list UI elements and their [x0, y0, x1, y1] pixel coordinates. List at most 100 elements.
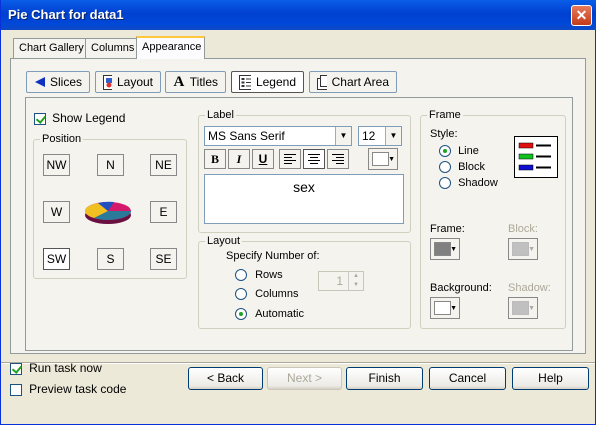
background-color-label: Background: — [430, 282, 492, 294]
background-color-swatch — [434, 301, 451, 315]
cancel-button[interactable]: Cancel — [429, 367, 506, 390]
window-title: Pie Chart for data1 — [8, 7, 124, 22]
tab-columns[interactable]: Columns — [85, 38, 141, 58]
position-ne-button[interactable]: NE — [150, 154, 177, 176]
automatic-radio-button[interactable] — [235, 308, 247, 321]
frame-style-preview — [514, 136, 558, 178]
show-legend-label: Show Legend — [52, 111, 126, 125]
subtab-chart-area[interactable]: Chart Area — [309, 71, 397, 93]
chevron-down-icon: ▼ — [528, 305, 535, 312]
rows-radio-label: Rows — [255, 269, 283, 281]
position-e-button[interactable]: E — [150, 201, 177, 223]
legend-label-textarea[interactable]: sex — [204, 174, 404, 224]
style-block-radio-button[interactable] — [439, 161, 451, 174]
align-right-button[interactable] — [327, 149, 349, 169]
block-color-swatch — [512, 242, 529, 256]
columns-radio[interactable]: Columns — [235, 288, 299, 301]
position-group-label: Position — [40, 133, 84, 145]
position-w-button[interactable]: W — [43, 201, 70, 223]
finish-button[interactable]: Finish — [346, 367, 423, 390]
chevron-down-icon[interactable]: ▼ — [335, 127, 351, 145]
specify-number-label: Specify Number of: — [226, 250, 320, 262]
tab-chart-gallery[interactable]: Chart Gallery — [13, 38, 90, 58]
shadow-color-label: Shadow: — [508, 282, 551, 294]
position-n-button[interactable]: N — [97, 154, 124, 176]
columns-radio-button[interactable] — [235, 288, 247, 301]
show-legend-checkbox[interactable]: Show Legend — [34, 111, 126, 126]
subtab-titles-label: Titles — [189, 75, 218, 89]
align-left-button[interactable] — [279, 149, 301, 169]
label-color-swatch — [372, 152, 389, 166]
font-size-select[interactable]: 12 ▼ — [358, 126, 402, 146]
frame-group: Frame Style: Line Block Shadow Frame: Bl… — [420, 109, 566, 329]
shadow-color-swatch — [512, 301, 529, 315]
preview-task-code-checkbox[interactable]: Preview task code — [10, 382, 127, 397]
pie-chart-dialog: Pie Chart for data1 ✕ Chart Gallery Colu… — [0, 0, 596, 425]
layout-group: Layout Specify Number of: Rows Columns A… — [198, 235, 411, 329]
font-size-value: 12 — [362, 129, 376, 143]
style-line-label: Line — [458, 145, 479, 157]
italic-button[interactable]: I — [228, 149, 250, 169]
spinner-arrows-icon[interactable]: ▲ ▼ — [348, 272, 363, 290]
font-select[interactable]: MS Sans Serif ▼ — [204, 126, 352, 146]
position-sw-button[interactable]: SW — [43, 248, 70, 270]
frame-color-swatch — [434, 242, 451, 256]
chevron-down-icon: ▼ — [450, 305, 457, 312]
preview-task-code-check[interactable] — [10, 384, 22, 397]
align-center-button[interactable] — [303, 149, 325, 169]
background-color-button[interactable]: ▼ — [430, 297, 460, 319]
frame-group-label: Frame — [427, 109, 463, 121]
rows-radio-button[interactable] — [235, 269, 247, 282]
legend-icon — [239, 74, 251, 90]
next-button[interactable]: Next > — [267, 367, 342, 390]
style-shadow-radio-button[interactable] — [439, 177, 451, 190]
automatic-radio[interactable]: Automatic — [235, 308, 304, 321]
pie-preview-icon — [85, 201, 131, 224]
frame-color-button[interactable]: ▼ — [430, 238, 460, 260]
subtab-legend-label: Legend — [255, 75, 296, 89]
frame-color-label: Frame: — [430, 223, 465, 235]
subtab-legend[interactable]: Legend — [231, 71, 304, 93]
underline-button[interactable]: U — [252, 149, 274, 169]
columns-radio-label: Columns — [255, 288, 299, 300]
label-color-button[interactable]: ▼ — [368, 148, 398, 170]
position-se-button[interactable]: SE — [150, 248, 177, 270]
block-color-button[interactable]: ▼ — [508, 238, 538, 260]
position-nw-button[interactable]: NW — [43, 154, 70, 176]
chart-area-icon — [317, 74, 327, 90]
align-left-icon — [284, 154, 296, 164]
style-block-radio[interactable]: Block — [439, 161, 485, 174]
preview-task-code-label: Preview task code — [29, 382, 127, 396]
help-button[interactable]: Help — [512, 367, 589, 390]
close-button[interactable]: ✕ — [571, 5, 592, 26]
style-label: Style: — [430, 128, 458, 140]
align-right-icon — [332, 154, 344, 164]
style-shadow-label: Shadow — [458, 177, 498, 189]
chevron-down-icon: ▼ — [450, 246, 457, 253]
show-legend-check[interactable] — [34, 113, 46, 126]
block-color-label: Block: — [508, 223, 538, 235]
position-s-button[interactable]: S — [97, 248, 124, 270]
align-center-icon — [308, 154, 320, 164]
style-shadow-radio[interactable]: Shadow — [439, 177, 498, 190]
automatic-radio-label: Automatic — [255, 308, 304, 320]
style-line-radio[interactable]: Line — [439, 145, 479, 158]
label-group-label: Label — [205, 109, 236, 121]
style-line-radio-button[interactable] — [439, 145, 451, 158]
rows-radio[interactable]: Rows — [235, 269, 283, 282]
font-select-value: MS Sans Serif — [208, 129, 285, 143]
chevron-down-icon[interactable]: ▼ — [385, 127, 401, 145]
appearance-panel: Slices Layout A Titles Legend Chart Area… — [10, 58, 586, 354]
chevron-down-icon: ▼ — [528, 246, 535, 253]
back-button[interactable]: < Back — [188, 367, 263, 390]
subtab-layout[interactable]: Layout — [95, 71, 161, 93]
count-spinner[interactable]: 1 ▲ ▼ — [318, 271, 364, 291]
subtab-titles[interactable]: A Titles — [165, 71, 226, 93]
run-task-now-check[interactable] — [10, 363, 22, 376]
subtab-slices[interactable]: Slices — [26, 71, 90, 93]
layout-group-label: Layout — [205, 235, 243, 247]
bold-button[interactable]: B — [204, 149, 226, 169]
tab-appearance[interactable]: Appearance — [136, 36, 205, 59]
shadow-color-button[interactable]: ▼ — [508, 297, 538, 319]
run-task-now-checkbox[interactable]: Run task now — [10, 361, 102, 376]
